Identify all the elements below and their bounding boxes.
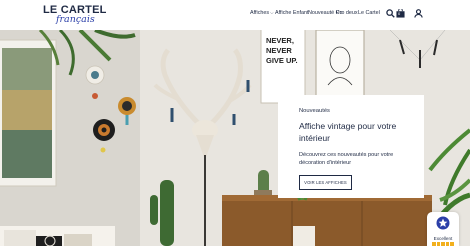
cart-count-badge: 0 xyxy=(398,10,401,16)
wall-poster-line-1: NEVER, xyxy=(266,36,294,45)
nav-item-pro-deux[interactable]: Pro deux xyxy=(336,10,358,16)
promo-title: Affiche vintage pour votre intérieur xyxy=(299,121,397,143)
nav-item-affiche-enfant[interactable]: Affiche Enfant xyxy=(275,10,308,16)
star-icon xyxy=(445,242,450,246)
hero-banner: NEVER, NEVER GIVE UP. Nouveautés Affiche… xyxy=(0,30,470,246)
review-label: Excellent xyxy=(433,236,453,241)
award-icon xyxy=(436,216,450,230)
star-icon xyxy=(432,242,436,246)
search-icon[interactable] xyxy=(386,9,395,18)
review-widget[interactable]: Excellent xyxy=(427,212,459,246)
chevron-down-icon: ⌵ xyxy=(270,10,274,15)
account-icon[interactable] xyxy=(414,9,423,18)
nav-item-label: Affiches xyxy=(250,10,270,16)
star-icon xyxy=(441,242,445,246)
view-posters-button[interactable]: VOIR LES AFFICHES xyxy=(299,174,352,190)
wall-poster-line-3: GIVE UP. xyxy=(266,56,298,65)
wall-poster-line-2: NEVER xyxy=(266,46,292,55)
logo-script: français xyxy=(56,14,95,25)
nav-item-le-cartel[interactable]: Le Cartel xyxy=(358,10,380,16)
promo-description: Découvrez ces nouveautés pour votre déco… xyxy=(299,152,394,166)
rating-stars xyxy=(432,242,454,246)
promo-kicker: Nouveautés xyxy=(299,108,330,114)
promo-card: Nouveautés Affiche vintage pour votre in… xyxy=(278,95,424,198)
star-icon xyxy=(436,242,441,246)
site-header: LE CARTEL français Affiches⌵ Affiche Enf… xyxy=(0,0,470,30)
nav-item-affiches[interactable]: Affiches⌵ xyxy=(250,10,274,16)
brand-logo[interactable]: LE CARTEL français xyxy=(43,4,106,26)
star-icon xyxy=(450,242,454,246)
